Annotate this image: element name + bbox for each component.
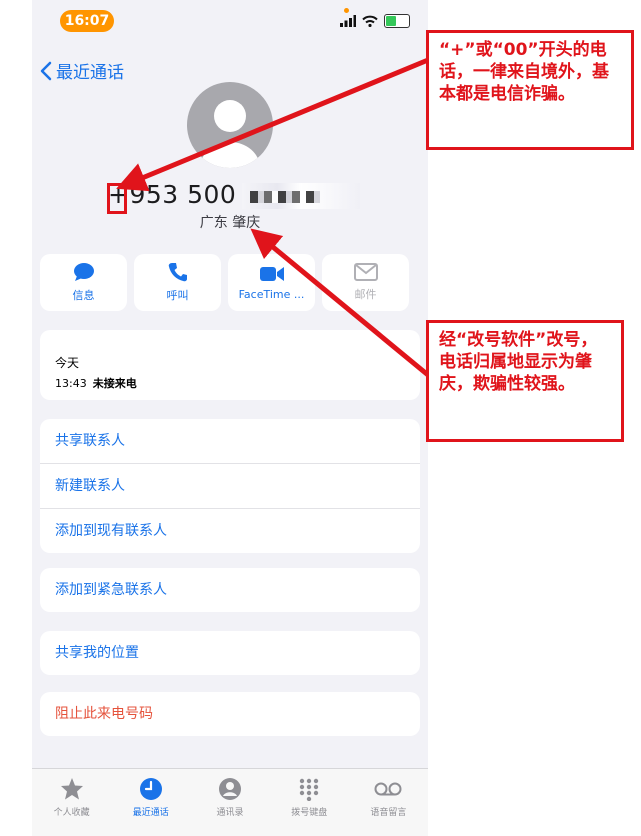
annotation-overseas-number: “+”或“00”开头的电话，一律来自境外，基本都是电信诈骗。 (426, 30, 634, 150)
arrow-to-location (250, 228, 430, 377)
arrow-to-plus (116, 57, 429, 192)
annotation-spoofed-location: 经“改号软件”改号，电话归属地显示为肇庆，欺骗性较强。 (426, 320, 624, 442)
